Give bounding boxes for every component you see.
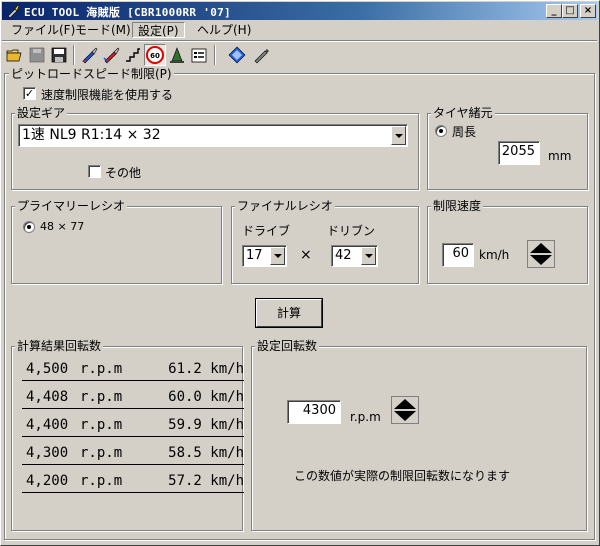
toolbar-separator	[73, 45, 75, 65]
setting-rpm-unit: r.p.m	[350, 410, 381, 424]
driven-sprocket-value: 42	[335, 248, 352, 263]
gear-select-dropdown-button[interactable]	[391, 126, 406, 145]
circumference-label: 周長	[452, 125, 477, 139]
gear-select[interactable]: 1速 NL9 R1:14 × 32	[18, 124, 408, 147]
staircase-icon	[126, 48, 140, 62]
save-icon	[51, 47, 67, 63]
result-rpm-unit: r.p.m	[80, 389, 123, 405]
save-button[interactable]	[48, 44, 70, 66]
pit-road-speed-limit-label: ピットロードスピード制限(P)	[9, 67, 174, 81]
result-row: 4,500 r.p.m 61.2 km/h	[22, 359, 244, 381]
driven-dropdown-button[interactable]	[361, 247, 376, 265]
pencil-button[interactable]	[250, 44, 272, 66]
properties-button[interactable]	[188, 44, 210, 66]
enable-speed-limit-checkbox[interactable]: ✓	[23, 87, 36, 100]
limit-speed-spinner[interactable]	[527, 240, 555, 268]
gear-select-value: 1速 NL9 R1:14 × 32	[22, 127, 161, 143]
primary-ratio-radio[interactable]	[23, 221, 35, 233]
drive-dropdown-button[interactable]	[270, 247, 285, 265]
pencil-icon	[254, 49, 269, 64]
calculate-button[interactable]: 計算	[256, 299, 322, 327]
other-gear-label: その他	[105, 166, 142, 180]
result-rpm: 4,400	[26, 417, 69, 433]
drive-sprocket-select[interactable]: 17	[242, 245, 287, 267]
result-rpm-unit: r.p.m	[80, 417, 123, 433]
circumference-radio[interactable]	[435, 125, 447, 137]
final-ratio-label: ファイナルレシオ	[235, 199, 335, 213]
limit-speed-unit: km/h	[479, 248, 510, 262]
result-speed: 59.9 km/h	[168, 417, 244, 433]
driven-label: ドリブン	[327, 224, 376, 238]
result-rpm-unit: r.p.m	[80, 361, 123, 377]
disk-button[interactable]	[26, 44, 48, 66]
result-row: 4,408 r.p.m 60.0 km/h	[22, 387, 244, 409]
drive-sprocket-value: 17	[246, 248, 263, 263]
enable-speed-limit-label: 速度制限機能を使用する	[41, 88, 174, 102]
result-row: 4,300 r.p.m 58.5 km/h	[22, 443, 244, 465]
results-group: 計算結果回転数 4,500 r.p.m 61.2 km/h 4,408 r.p.…	[11, 339, 244, 531]
times-symbol: ×	[300, 247, 312, 263]
disk-gray-icon	[29, 47, 45, 63]
staircase-button[interactable]	[122, 44, 144, 66]
result-rpm: 4,408	[26, 389, 69, 405]
menu-mode[interactable]: モード(M)	[70, 22, 136, 38]
setting-rpm-group: 設定回転数	[251, 339, 587, 531]
result-row: 4,200 r.p.m 57.2 km/h	[22, 471, 244, 493]
result-rpm: 4,500	[26, 361, 69, 377]
menu-settings[interactable]: 設定(P)	[132, 22, 185, 38]
speed-limit-60-icon: 60	[146, 46, 164, 64]
setting-rpm-label: 設定回転数	[255, 339, 320, 353]
tire-unit-label: mm	[548, 149, 572, 163]
tire-group-label: タイヤ緒元	[431, 106, 495, 120]
driven-sprocket-select[interactable]: 42	[331, 245, 378, 267]
speed-sign-text: 60	[150, 52, 160, 60]
gear-group-label: 設定ギア	[15, 106, 68, 120]
cone-button[interactable]	[166, 44, 188, 66]
limit-speed-label: 制限速度	[431, 199, 484, 213]
results-label: 計算結果回転数	[15, 339, 104, 353]
close-button[interactable]: ×	[580, 4, 596, 18]
result-row: 4,400 r.p.m 59.9 km/h	[22, 415, 244, 437]
other-gear-checkbox[interactable]	[88, 165, 101, 178]
setting-rpm-spinner[interactable]	[391, 396, 419, 424]
app-icon	[7, 4, 20, 18]
toolbar-separator	[214, 45, 216, 65]
result-speed: 57.2 km/h	[168, 473, 244, 489]
result-rpm: 4,300	[26, 445, 69, 461]
speed-limit-button[interactable]: 60	[144, 44, 166, 66]
window-title: ECU TOOL 海賊版 [CBR1000RR '07]	[24, 6, 231, 19]
drive-label: ドライブ	[242, 224, 291, 238]
blue-diamond-icon	[228, 46, 246, 64]
result-rpm-unit: r.p.m	[80, 445, 123, 461]
folder-open-icon	[6, 49, 22, 62]
brush-red-button[interactable]	[100, 44, 122, 66]
result-rpm: 4,200	[26, 473, 69, 489]
brush-blue-icon	[82, 47, 98, 64]
setting-rpm-note: この数値が実際の制限回転数になります	[294, 469, 511, 483]
result-speed: 60.0 km/h	[168, 389, 244, 405]
maximize-button[interactable]: □	[562, 4, 578, 18]
result-speed: 58.5 km/h	[168, 445, 244, 461]
title-bar[interactable]: ECU TOOL 海賊版 [CBR1000RR '07] _ □ ×	[2, 2, 597, 20]
result-speed: 61.2 km/h	[168, 361, 244, 377]
primary-ratio-label: プライマリーレシオ	[15, 199, 128, 213]
diamond-button[interactable]	[226, 44, 248, 66]
tire-circumference-input[interactable]: 2055	[498, 141, 540, 165]
toolbar: 60	[2, 42, 597, 66]
menu-help[interactable]: ヘルプ(H)	[192, 22, 256, 38]
primary-ratio-value: 48 × 77	[40, 220, 85, 233]
cone-icon	[170, 47, 184, 63]
primary-ratio-group: プライマリーレシオ	[11, 199, 222, 284]
setting-rpm-input[interactable]: 4300	[287, 400, 341, 424]
open-button[interactable]	[4, 44, 26, 66]
brush-blue-button[interactable]	[78, 44, 100, 66]
minimize-button[interactable]: _	[546, 4, 562, 18]
result-rpm-unit: r.p.m	[80, 473, 123, 489]
menu-bar: ファイル(F) モード(M) 設定(P) ヘルプ(H)	[2, 20, 597, 40]
brush-red-icon	[103, 47, 120, 64]
properties-icon	[191, 48, 207, 63]
limit-speed-input[interactable]: 60	[442, 243, 474, 267]
